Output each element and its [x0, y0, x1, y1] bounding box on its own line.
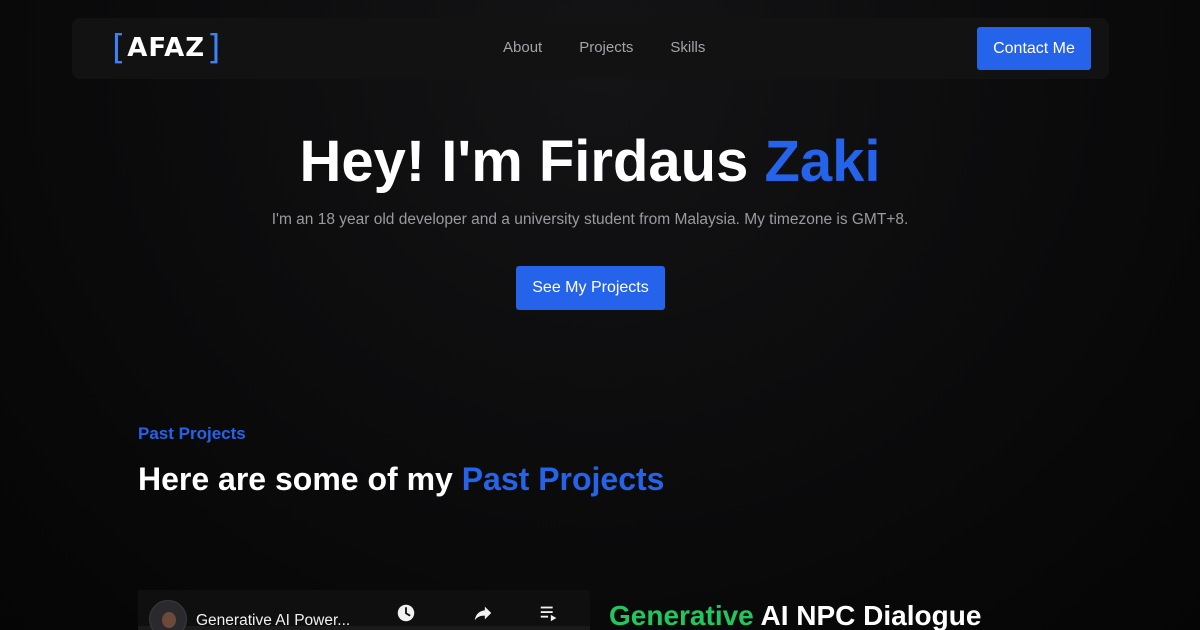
nav-link-about[interactable]: About	[503, 39, 542, 57]
section-title-prefix: Here are some of my	[138, 461, 462, 497]
section-title-accent: Past Projects	[461, 461, 665, 497]
nav-link-skills[interactable]: Skills	[670, 39, 705, 57]
project-title-rest: AI NPC Dialogue	[753, 600, 982, 630]
video-embed[interactable]: Generative AI Power...	[138, 590, 590, 630]
share-icon[interactable]	[472, 602, 494, 624]
project-title-highlight: Generative	[609, 600, 754, 630]
contact-me-button[interactable]: Contact Me	[977, 27, 1091, 70]
video-title[interactable]: Generative AI Power...	[196, 612, 350, 630]
hero-title: Hey! I'm Firdaus Zaki	[0, 128, 1180, 196]
hero-subtitle: I'm an 18 year old developer and a unive…	[271, 211, 909, 228]
nav-link-projects[interactable]: Projects	[579, 39, 633, 57]
logo-left-bracket: [	[112, 28, 126, 68]
hero-title-prefix: Hey! I'm Firdaus	[299, 129, 765, 194]
logo-right-bracket: ]	[207, 28, 221, 68]
clock-icon[interactable]	[395, 602, 417, 624]
see-my-projects-button[interactable]: See My Projects	[516, 266, 665, 310]
section-title: Here are some of my Past Projects	[138, 460, 664, 498]
playlist-icon[interactable]	[538, 602, 560, 624]
logo-text: AFAZ	[127, 33, 206, 63]
page: [ AFAZ ] About Projects Skills Contact M…	[0, 0, 1200, 630]
project-title: Generative AI NPC Dialogue	[609, 599, 981, 630]
hero-title-accent: Zaki	[764, 129, 881, 194]
navbar: [ AFAZ ] About Projects Skills Contact M…	[72, 18, 1109, 79]
channel-avatar[interactable]	[149, 600, 187, 630]
nav-links: About Projects Skills	[503, 39, 742, 57]
logo[interactable]: [ AFAZ ]	[112, 31, 220, 65]
section-eyebrow: Past Projects	[138, 424, 246, 443]
